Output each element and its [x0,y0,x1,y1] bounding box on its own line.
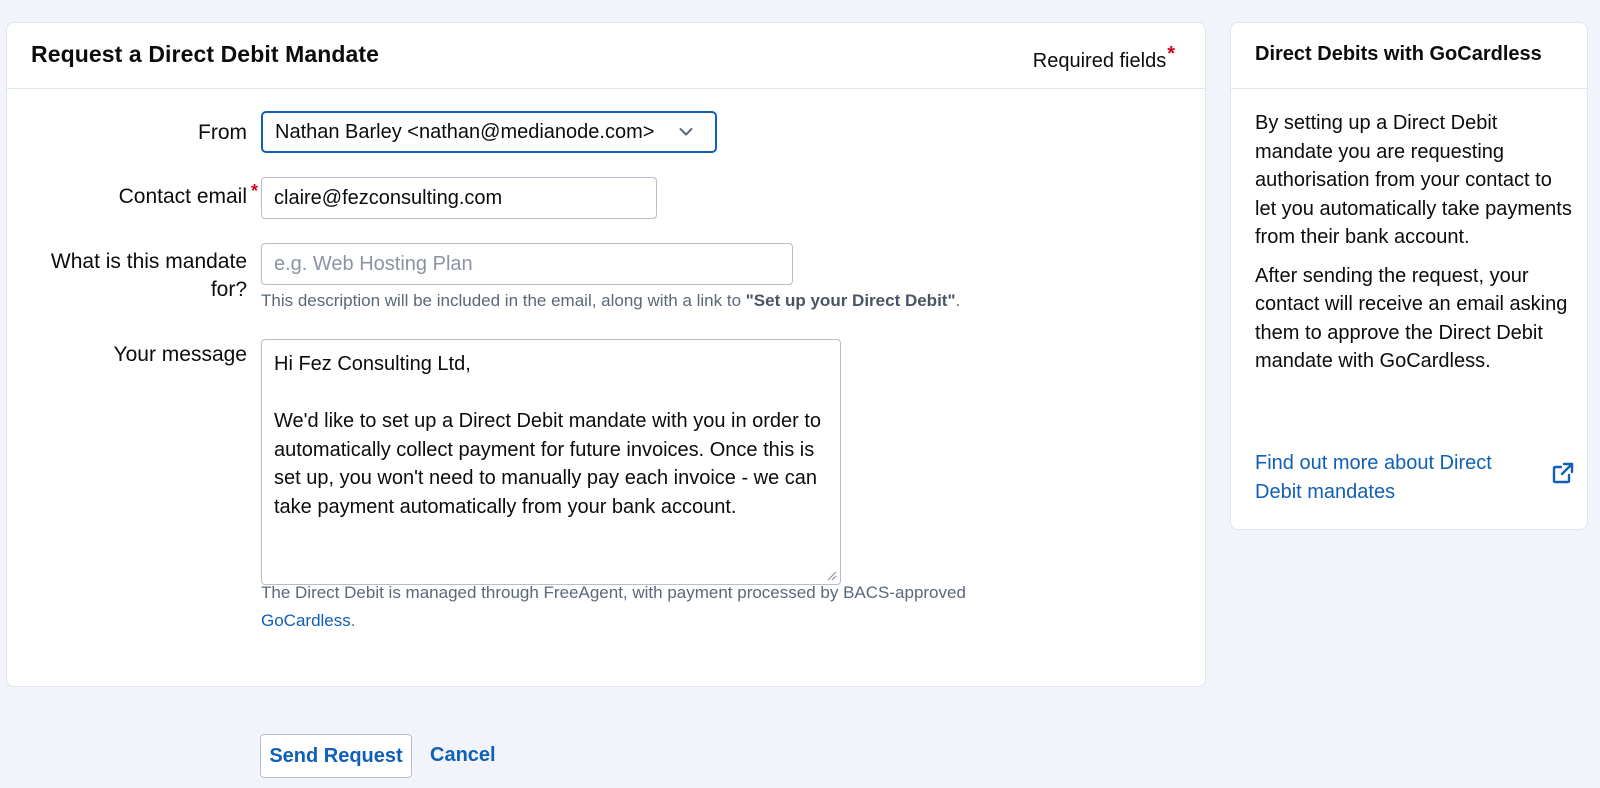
required-star: * [250,181,258,201]
mandate-hint: This description will be included in the… [261,287,960,315]
message-textarea[interactable]: Hi Fez Consulting Ltd, We'd like to set … [261,339,841,585]
form-header: Request a Direct Debit Mandate Required … [7,23,1205,89]
from-select[interactable]: Nathan Barley <nathan@medianode.com> [261,111,717,153]
sidebar-paragraph-2: After sending the request, your contact … [1255,264,1568,373]
send-request-button[interactable]: Send Request [260,734,412,778]
required-star: * [1167,43,1175,65]
sidebar-header: Direct Debits with GoCardless [1231,23,1587,89]
sidebar-link-row[interactable]: Find out more about Direct Debit mandate… [1255,449,1575,506]
from-label: From [198,121,247,144]
sidebar-title: Direct Debits with GoCardless [1255,43,1542,65]
mandate-description-input[interactable] [261,243,793,285]
cancel-link[interactable]: Cancel [430,744,496,767]
message-label: Your message [113,343,247,366]
required-fields-text: Required fields [1032,50,1167,72]
contact-email-label: Contact email * [118,181,258,211]
mandate-hint-strong: "Set up your Direct Debit" [745,291,956,310]
payment-hint-suffix: . [350,611,356,630]
mandate-hint-suffix: . [955,291,961,310]
gocardless-info-card: Direct Debits with GoCardless By setting… [1230,22,1588,530]
payment-hint: The Direct Debit is managed through Free… [261,579,1061,635]
sidebar-body: By setting up a Direct Debit mandate you… [1255,109,1573,386]
required-fields-note: Required fields* [1033,43,1175,73]
payment-hint-text: The Direct Debit is managed through Free… [261,583,966,602]
page-title: Request a Direct Debit Mandate [31,41,380,67]
mandate-for-label: What is this mandate for? [50,250,247,301]
contact-email-label-text: Contact email [118,185,247,208]
direct-debit-info-link[interactable]: Find out more about Direct Debit mandate… [1255,449,1525,506]
gocardless-link[interactable]: GoCardless [261,611,351,630]
chevron-down-icon [675,121,697,143]
mandate-hint-text: This description will be included in the… [261,291,746,310]
sidebar-paragraph-1: By setting up a Direct Debit mandate you… [1255,112,1572,248]
mandate-form-card: Request a Direct Debit Mandate Required … [6,22,1206,687]
external-link-icon[interactable] [1551,461,1575,485]
contact-email-input[interactable] [261,177,657,219]
from-select-value: Nathan Barley <nathan@medianode.com> [275,120,655,143]
